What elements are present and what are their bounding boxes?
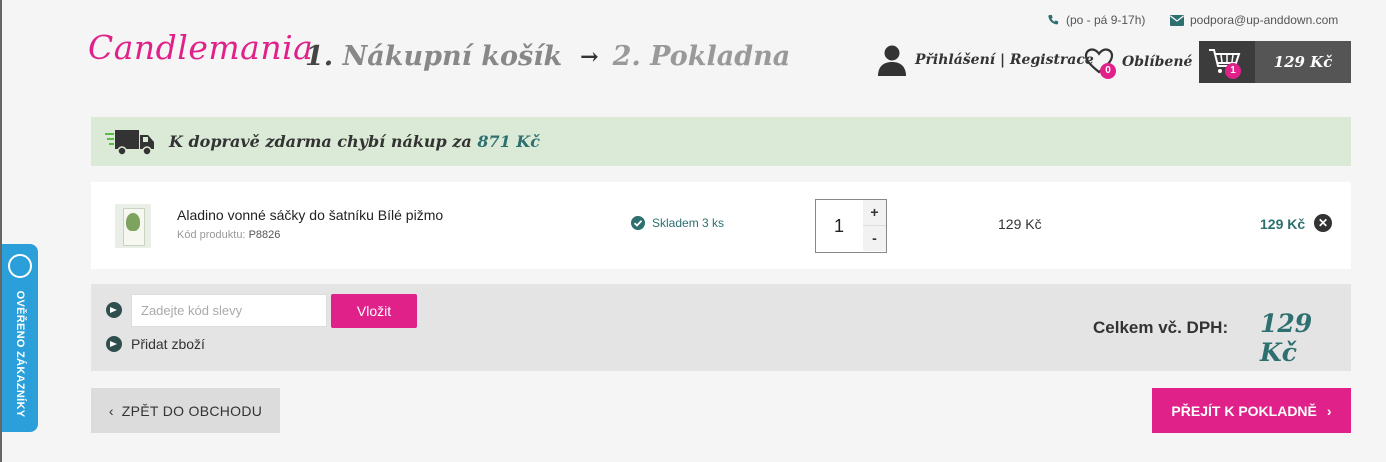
free-shipping-message: K dopravě zdarma chybí nákup za 871 Kč [169,132,540,151]
cart-count-badge: 1 [1225,63,1241,79]
quantity-stepper: 1 + - [815,199,887,253]
unit-price: 129 Kč [998,216,1042,232]
add-items-link[interactable]: Přidat zboží [106,336,205,352]
remove-item-close-icon[interactable]: ✕ [1314,214,1332,232]
product-thumbnail[interactable] [115,204,151,248]
quantity-input[interactable]: 1 [816,200,862,252]
support-email[interactable]: podpora@up-anddown.com [1170,13,1338,27]
add-items-label[interactable]: Přidat zboží [131,336,205,352]
heart-icon: 0 [1084,47,1116,79]
favorites-count-badge: 0 [1100,63,1116,79]
product-name[interactable]: Aladino vonné sáčky do šatníku Bílé pižm… [177,207,443,223]
quantity-increase-button[interactable]: + [863,200,886,226]
free-shipping-amount: 871 Kč [477,132,540,151]
support-phone: (po - pá 9-17h) [1047,13,1145,27]
step-cart-number: 1. [305,41,334,72]
check-circle-icon [631,216,645,230]
product-code-value: P8826 [248,229,281,241]
envelope-icon [1170,14,1184,26]
checkout-label[interactable]: PŘEJÍT K POKLADNĚ [1171,403,1316,419]
back-to-shop-button[interactable]: ‹ ZPĚT DO OBCHODU [91,388,280,433]
chevron-left-icon: ‹ [108,402,114,419]
total-value: 129 Kč [1260,309,1313,367]
step-cart-label: Nákupní košík [342,41,563,72]
login-register-label[interactable]: Přihlášení | Registrace [915,52,1094,68]
apply-discount-button[interactable]: Vložit [331,294,417,328]
step-arrow-icon: → [580,43,599,70]
chevron-right-icon: › [1326,402,1332,419]
user-icon [878,45,906,76]
cart-button[interactable]: 1 129 Kč [1199,41,1351,83]
stock-status: Skladem 3 ks [631,216,724,230]
favorites-link[interactable]: 0 Oblíbené [1084,47,1192,79]
back-to-shop-label[interactable]: ZPĚT DO OBCHODU [122,403,262,419]
cart-total[interactable]: 129 Kč [1255,41,1351,83]
phone-icon [1048,14,1059,24]
free-shipping-banner: K dopravě zdarma chybí nákup za 871 Kč [91,117,1351,166]
cart-item-row: Aladino vonné sáčky do šatníku Bílé pižm… [91,182,1351,269]
stock-text: Skladem 3 ks [652,216,725,230]
verified-badge-label: OVĚŘENO ZÁKAZNÍKY [14,290,26,418]
product-code: Kód produktu: P8826 [177,229,280,241]
discount-code-input[interactable] [131,294,327,327]
step-cart: 1. Nákupní košík [305,41,562,72]
line-total: 129 Kč [1260,216,1306,232]
login-register-link[interactable]: Přihlášení | Registrace [877,44,1094,76]
site-logo[interactable]: Candlemania [88,28,313,67]
total-label: Celkem vč. DPH: [1093,318,1229,337]
arrow-right-circle-icon [106,302,122,318]
checkout-steps: 1. Nákupní košík → 2. Pokladna [305,41,790,72]
quantity-decrease-button[interactable]: - [863,226,886,251]
step-checkout: 2. Pokladna [612,41,791,72]
support-hours: (po - pá 9-17h) [1066,13,1146,27]
free-shipping-text: K dopravě zdarma chybí nákup za [169,132,472,151]
product-code-label: Kód produktu: [177,229,246,241]
delivery-truck-icon [105,129,154,156]
cart-summary-panel: Vložit Přidat zboží Celkem vč. DPH: 129 … [91,284,1351,371]
verified-by-customers-badge[interactable]: OVĚŘENO ZÁKAZNÍKY [2,244,38,432]
favorites-label[interactable]: Oblíbené [1122,54,1192,70]
arrow-right-circle-icon [106,336,122,352]
cart-icon: 1 [1199,41,1255,83]
support-email-text[interactable]: podpora@up-anddown.com [1190,13,1338,27]
proceed-to-checkout-button[interactable]: PŘEJÍT K POKLADNĚ › [1152,388,1351,433]
verified-seal-icon [8,254,32,278]
